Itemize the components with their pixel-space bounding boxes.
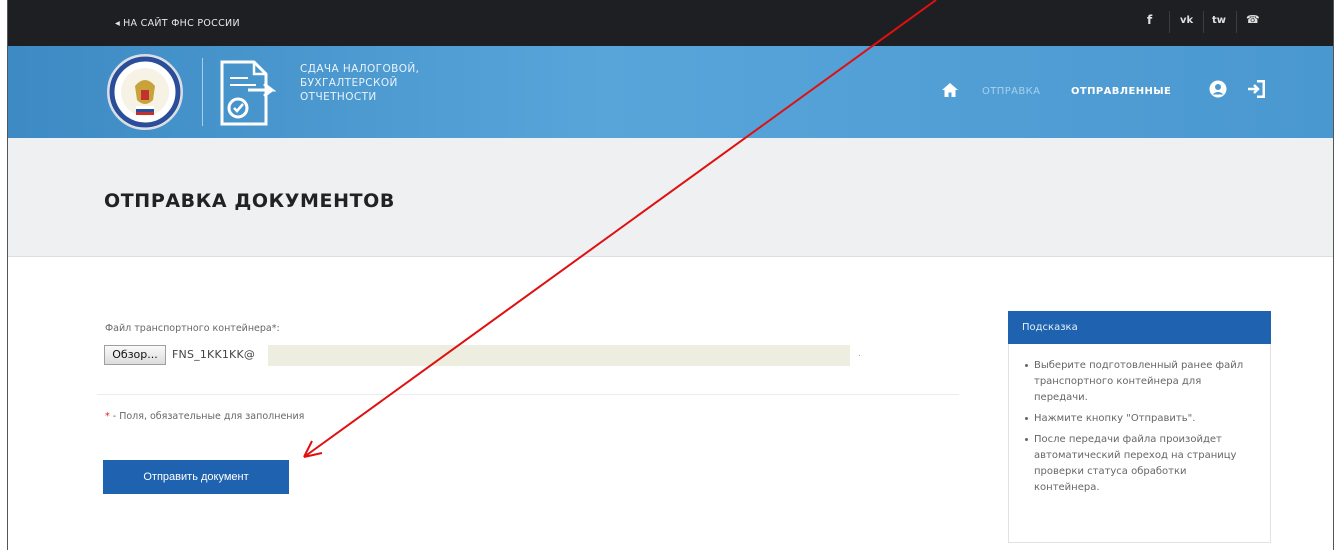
title-band: ОТПРАВКА ДОКУМЕНТОВ xyxy=(8,138,1333,257)
document-icon xyxy=(214,56,277,134)
page-frame: ◂ НА САЙТ ФНС РОССИИ f vk tw ☎ СДАЧА НАЛ… xyxy=(0,0,1343,550)
vk-icon[interactable]: vk xyxy=(1180,15,1193,35)
submit-document-button[interactable]: Отправить документ xyxy=(103,460,289,494)
home-icon[interactable] xyxy=(942,82,958,101)
top-bar: ◂ НА САЙТ ФНС РОССИИ f vk tw ☎ xyxy=(8,0,1333,46)
required-note: * - Поля, обязательные для заполнения xyxy=(105,411,304,422)
emblem-icon[interactable] xyxy=(107,54,183,130)
page-title: ОТПРАВКА ДОКУМЕНТОВ xyxy=(104,190,396,212)
nav-send[interactable]: ОТПРАВКА xyxy=(982,86,1040,97)
hint-item: После передачи файла произойдет автомати… xyxy=(1025,432,1255,496)
hint-list: Выберите подготовленный ранее файл транс… xyxy=(1025,358,1255,501)
back-link-label: НА САЙТ ФНС РОССИИ xyxy=(123,18,240,29)
facebook-icon[interactable]: f xyxy=(1147,13,1152,33)
brand-line: СДАЧА НАЛОГОВОЙ, xyxy=(300,63,420,75)
brand-line: БУХГАЛТЕРСКОЙ xyxy=(300,77,398,89)
site-header: СДАЧА НАЛОГОВОЙ, БУХГАЛТЕРСКОЙ ОТЧЕТНОСТ… xyxy=(8,46,1333,138)
hint-title: Подсказка xyxy=(1008,311,1271,344)
nav-sent[interactable]: ОТПРАВЛЕННЫЕ xyxy=(1071,86,1171,97)
divider xyxy=(1203,11,1204,33)
hint-item: Выберите подготовленный ранее файл транс… xyxy=(1025,358,1255,406)
file-name-value: FNS_1KK1KK@ xyxy=(172,348,256,361)
hint-panel: Подсказка Выберите подготовленный ранее … xyxy=(1008,311,1271,543)
user-icon[interactable] xyxy=(1209,80,1227,102)
hint-item: Нажмите кнопку "Отправить". xyxy=(1025,411,1255,427)
redacted-area xyxy=(268,345,850,366)
divider xyxy=(1169,11,1170,33)
divider xyxy=(97,394,959,395)
browse-button[interactable]: Обзор... xyxy=(104,345,166,365)
twitter-icon[interactable]: tw xyxy=(1212,15,1226,35)
back-to-fns-link[interactable]: ◂ НА САЙТ ФНС РОССИИ xyxy=(115,18,240,29)
brand-line: ОТЧЕТНОСТИ xyxy=(300,91,377,103)
logout-icon[interactable] xyxy=(1247,79,1266,102)
right-border xyxy=(1333,0,1334,550)
phone-icon[interactable]: ☎ xyxy=(1246,13,1260,33)
required-note-text: - Поля, обязательные для заполнения xyxy=(109,411,305,422)
divider xyxy=(1236,11,1237,33)
header-divider xyxy=(202,58,203,126)
file-field-label: Файл транспортного контейнера*: xyxy=(105,323,280,334)
back-arrow-icon: ◂ xyxy=(115,18,121,29)
file-field-end: . xyxy=(858,349,861,359)
brand-title[interactable]: СДАЧА НАЛОГОВОЙ, БУХГАЛТЕРСКОЙ ОТЧЕТНОСТ… xyxy=(300,62,419,104)
